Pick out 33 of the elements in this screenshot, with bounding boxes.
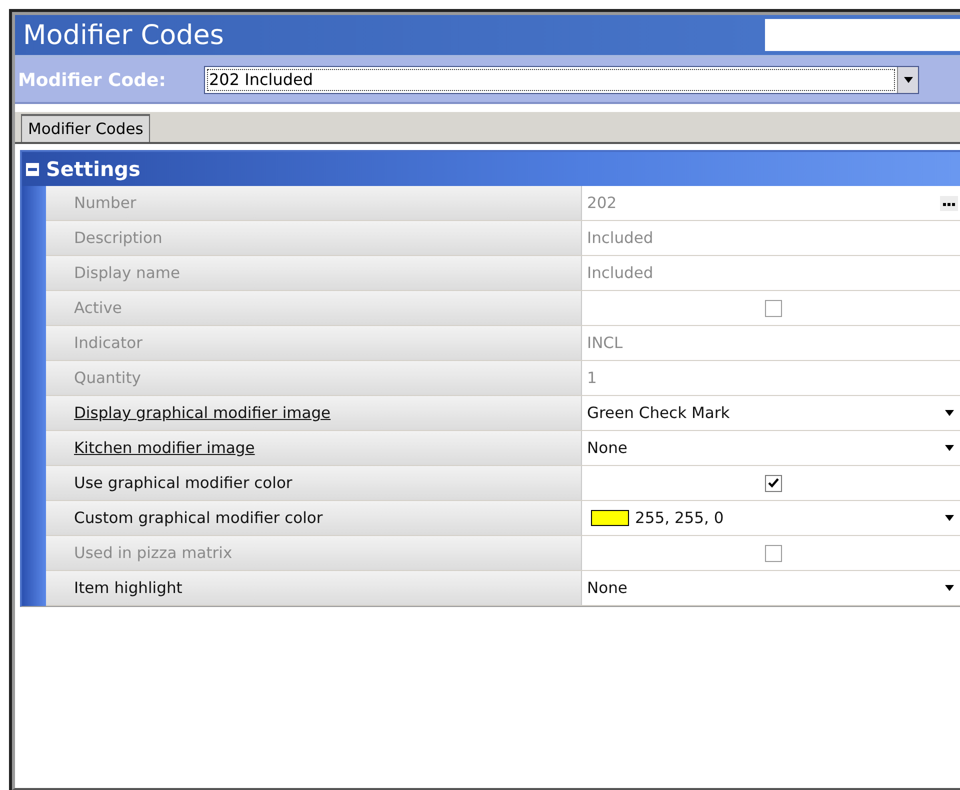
property-label: Indicator <box>46 326 582 360</box>
dropdown-value[interactable]: 255, 255, 0 <box>635 509 724 527</box>
property-label: Description <box>46 221 582 255</box>
modifier-code-dropdown[interactable]: 202 Included <box>204 66 919 94</box>
property-label: Display name <box>46 256 582 290</box>
caret-icon <box>945 410 954 416</box>
property-value: 1 <box>587 369 597 387</box>
property-label: Item highlight <box>46 571 582 605</box>
property-label: Use graphical modifier color <box>46 466 582 500</box>
caret-icon <box>945 515 954 521</box>
property-label: Display graphical modifier image <box>46 396 582 430</box>
checkbox[interactable] <box>765 474 782 492</box>
caret-icon <box>904 77 912 83</box>
property-label: Kitchen modifier image <box>46 431 582 465</box>
dropdown-value[interactable]: None <box>587 439 628 457</box>
property-value: 202 <box>587 194 617 212</box>
caret-icon <box>945 585 954 591</box>
property-value: INCL <box>587 334 623 352</box>
property-value: Included <box>587 264 654 282</box>
property-label: Used in pizza matrix <box>46 536 582 570</box>
section-title: Settings <box>46 157 140 181</box>
caret-icon <box>945 445 954 451</box>
dropdown-value[interactable]: Green Check Mark <box>587 404 730 422</box>
property-label: Quantity <box>46 361 582 395</box>
collapse-icon[interactable] <box>26 162 39 176</box>
property-label: Custom graphical modifier color <box>46 501 582 535</box>
selector-label: Modifier Code: <box>18 70 167 90</box>
property-label: Active <box>46 291 582 325</box>
window-title: Modifier Codes <box>23 20 225 50</box>
property-value: Included <box>587 229 654 247</box>
tab[interactable]: Modifier Codes <box>21 114 150 142</box>
property-label: Number <box>46 186 582 220</box>
dropdown-value[interactable]: None <box>587 579 628 597</box>
